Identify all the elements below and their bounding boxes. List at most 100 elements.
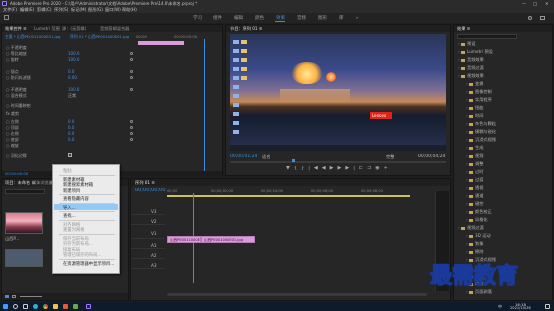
program-timecode[interactable]: 00;00;01;24: [230, 154, 257, 159]
windows-start-icon[interactable]: [3, 304, 8, 309]
menu-file[interactable]: 文件(F): [3, 7, 17, 12]
expand-icon[interactable]: [540, 16, 545, 20]
menu-item[interactable]: 导入...: [63, 205, 76, 211]
program-video-frame[interactable]: Lenovo: [230, 34, 446, 151]
sequence-clip-label[interactable]: 序列 01 * 山西PE001000E01.jpg: [70, 34, 132, 39]
clip-v1-1[interactable]: 山西PE0011000E01.jpg: [167, 236, 201, 243]
effects-tree-item[interactable]: › 扭曲: [466, 105, 483, 111]
taskbar-date[interactable]: 2021/10/26: [510, 306, 531, 311]
effects-tree-item[interactable]: › 沉浸式视频: [466, 137, 496, 143]
effects-tree-item[interactable]: › 图像控制: [466, 89, 492, 95]
add-marker-icon[interactable]: ▼: [286, 166, 294, 171]
effects-tree-item[interactable]: › 风格化: [466, 217, 488, 223]
ec-value[interactable]: 0.0: [68, 69, 74, 74]
tab-program[interactable]: 节目：序列 01 ≡: [230, 26, 262, 32]
notification-icon[interactable]: [545, 304, 550, 309]
reset-icon[interactable]: [130, 132, 133, 135]
tab-effect-controls[interactable]: 效果控件 ≡: [5, 26, 27, 32]
search-icon[interactable]: [528, 16, 532, 20]
effects-tree-item[interactable]: › 预设: [458, 41, 475, 47]
menu-item[interactable]: 查找...: [63, 213, 76, 219]
quality-dropdown[interactable]: 完整: [386, 154, 394, 159]
effects-tree-item[interactable]: › 音频效果: [458, 57, 484, 63]
ec-value[interactable]: 0.0: [68, 119, 74, 124]
tab-effects[interactable]: 效果 ≡: [457, 26, 470, 32]
menu-clip[interactable]: 剪辑(C): [37, 7, 52, 12]
effects-tree-item[interactable]: › 过渡: [466, 177, 483, 183]
workspace-graphics[interactable]: 图形: [318, 15, 327, 21]
ec-value[interactable]: 0.0: [68, 131, 74, 136]
effects-tree-item[interactable]: › 调整: [466, 161, 483, 167]
list-view-icon[interactable]: [5, 295, 9, 298]
source-clip-label[interactable]: 主要 * 山西PE0011000E01.jpg: [5, 34, 65, 39]
export-frame-icon[interactable]: ◉: [375, 166, 383, 171]
effects-tree-item[interactable]: › 过时: [466, 169, 483, 175]
effects-tree-item[interactable]: › 生成: [466, 145, 483, 151]
ec-value[interactable]: 0.0: [68, 137, 74, 142]
program-playhead-marker[interactable]: [292, 159, 295, 162]
project-search-input[interactable]: [5, 189, 45, 194]
effects-tree-item[interactable]: › 时间: [466, 113, 483, 119]
tab-project[interactable]: 项目：未命名 ≡: [5, 180, 35, 186]
zoom-slider[interactable]: [20, 296, 42, 297]
work-area-bar[interactable]: [167, 195, 410, 197]
workspace-learn[interactable]: 学习: [193, 15, 202, 21]
menu-sequence[interactable]: 序列(S): [54, 7, 68, 12]
ec-value[interactable]: 100.0: [68, 87, 79, 92]
menu-help[interactable]: 帮助(H): [122, 7, 137, 12]
home-icon[interactable]: [4, 15, 9, 20]
effects-tree-item[interactable]: › 视频: [466, 153, 483, 159]
workspace-libraries[interactable]: 库: [339, 15, 344, 21]
taskbar-lang[interactable]: 中: [498, 304, 502, 309]
folder-icon[interactable]: [53, 304, 58, 309]
more-workspaces-icon[interactable]: »: [356, 15, 359, 20]
menu-item[interactable]: 新建项目: [63, 188, 80, 194]
menu-graphics[interactable]: 图形(G): [88, 7, 103, 12]
maximize-button[interactable]: □: [533, 1, 537, 6]
effects-tree-item[interactable]: › 杂色与颗粒: [466, 121, 496, 127]
fit-dropdown[interactable]: 适合: [262, 154, 270, 159]
app-icon[interactable]: [63, 304, 68, 309]
mark-in-icon[interactable]: {: [294, 166, 301, 171]
effects-tree-item[interactable]: › 音频过渡: [458, 65, 484, 71]
icon-view-icon[interactable]: [12, 295, 16, 298]
effects-tree-item[interactable]: › 键控: [466, 201, 483, 207]
chrome-icon[interactable]: [43, 304, 48, 309]
reset-icon[interactable]: [130, 126, 133, 129]
workspace-assembly[interactable]: 组件: [213, 15, 222, 21]
timeline-timecode[interactable]: 00;00;00;00: [135, 188, 166, 193]
effects-tree-item[interactable]: › 变换: [466, 81, 483, 87]
ec-value[interactable]: 100.0: [68, 57, 79, 62]
menu-item[interactable]: 查看隐藏内容: [63, 196, 89, 202]
effects-tree-item[interactable]: › 3D 运动: [466, 233, 491, 239]
effects-tree-item[interactable]: › 视频效果: [458, 73, 484, 79]
ec-value[interactable]: 正常: [68, 93, 76, 99]
settings-icon[interactable]: +: [384, 166, 392, 171]
menu-item[interactable]: 在资源管理器中显示项目...: [63, 261, 114, 267]
premiere-icon[interactable]: [86, 304, 91, 309]
workspace-editing[interactable]: 编辑: [234, 15, 243, 21]
ec-value[interactable]: 0.0: [68, 125, 74, 130]
minimize-button[interactable]: —: [522, 1, 526, 6]
effects-tree-item[interactable]: › 颜色校正: [466, 209, 492, 215]
tab-sequence[interactable]: 序列 01 ≡: [135, 180, 155, 186]
effects-tree-item[interactable]: › 实用程序: [466, 97, 492, 103]
menu-edit[interactable]: 编辑(E): [20, 7, 34, 12]
ec-value[interactable]: 100.0: [68, 51, 79, 56]
effects-tree-item[interactable]: › 模糊与锐化: [466, 129, 496, 135]
effects-tree-item[interactable]: › 透视: [466, 185, 483, 191]
clip-v1-2[interactable]: 山西PE001000E01.jpg: [201, 236, 255, 243]
checkbox[interactable]: [68, 153, 72, 157]
go-to-out-icon[interactable]: ▶|: [345, 166, 359, 171]
task-view-icon[interactable]: [23, 304, 28, 309]
menu-window[interactable]: 窗口(W): [105, 7, 121, 12]
effects-tree-item[interactable]: › 视频过渡: [458, 225, 484, 231]
close-button[interactable]: ✕: [545, 1, 549, 6]
step-back-icon[interactable]: ◀: [322, 166, 330, 171]
effects-tree-item[interactable]: › 划像: [466, 241, 483, 247]
project-thumbnail-2[interactable]: [5, 249, 43, 267]
reset-icon[interactable]: [130, 70, 133, 73]
lift-icon[interactable]: ⊏: [359, 166, 367, 171]
reset-icon[interactable]: [130, 138, 133, 141]
workspace-audio[interactable]: 音频: [297, 15, 306, 21]
